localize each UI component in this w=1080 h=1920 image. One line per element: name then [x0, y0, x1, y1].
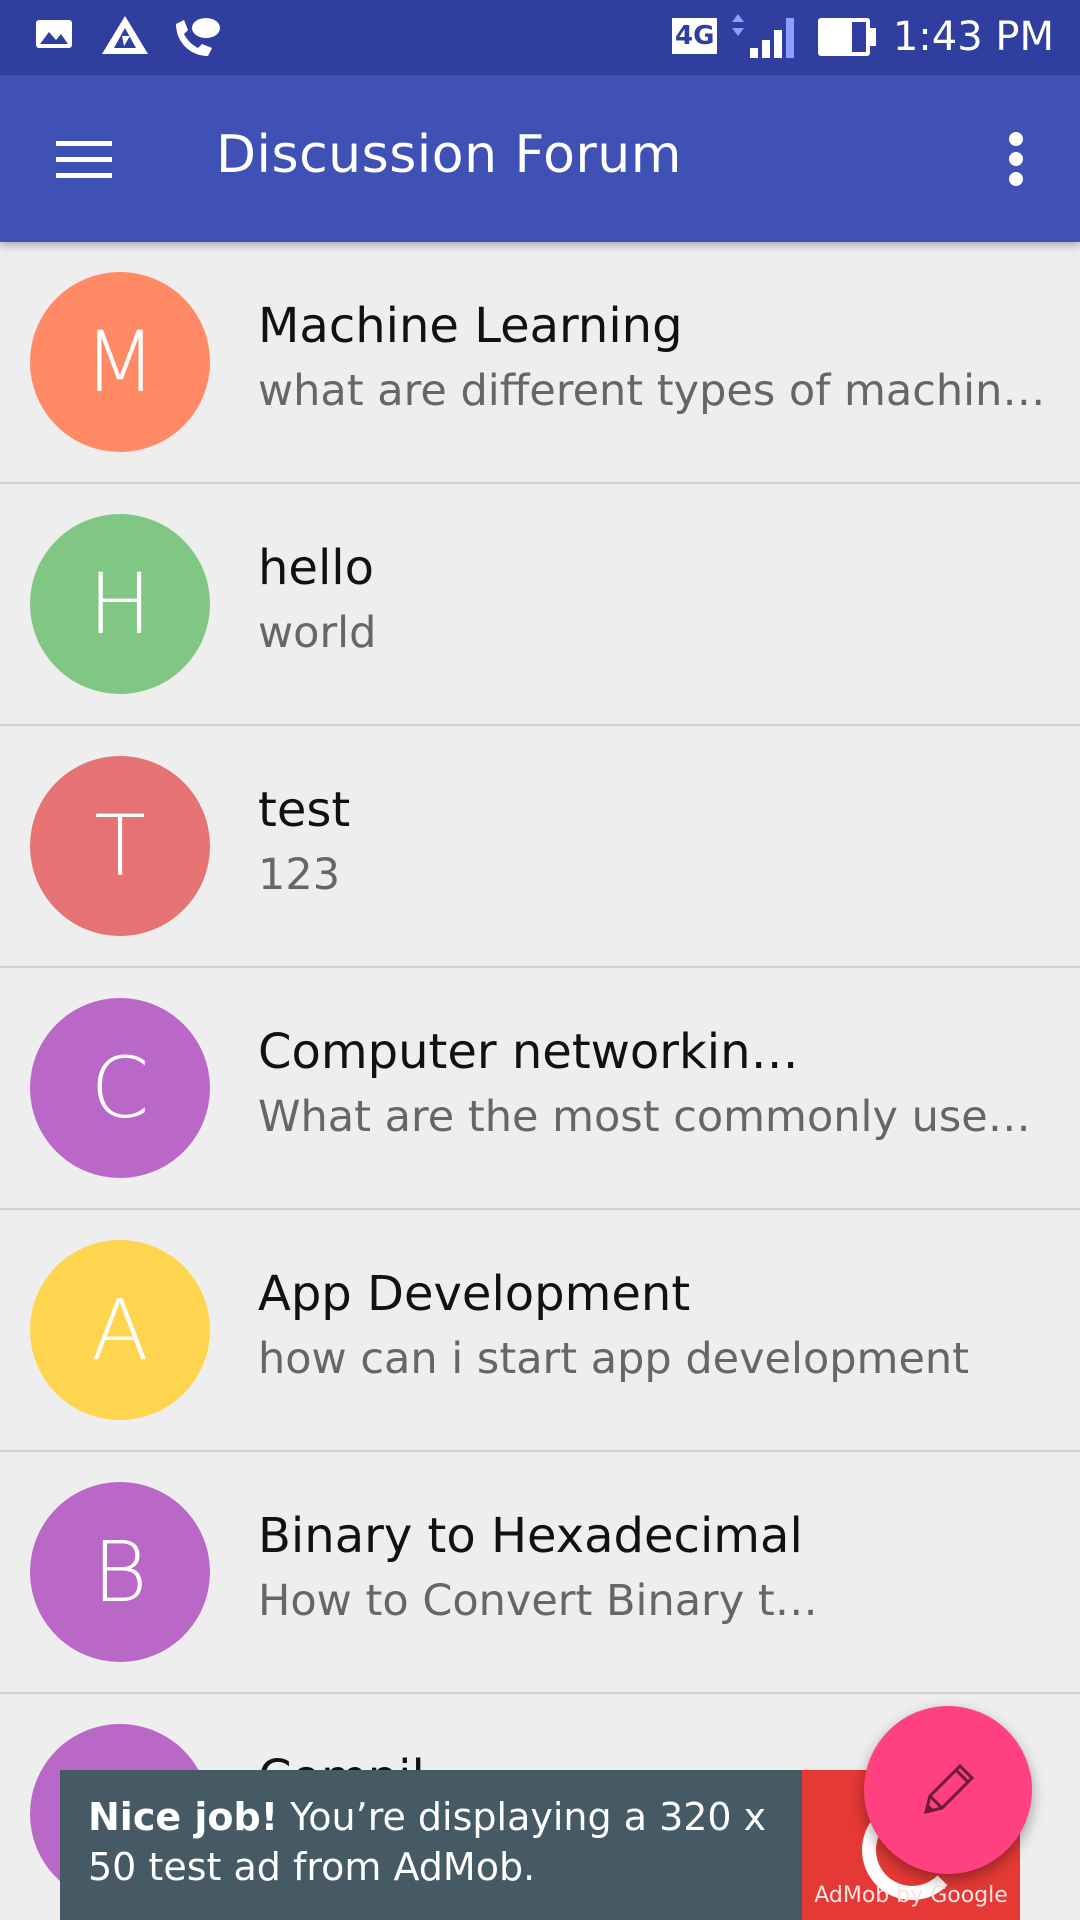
status-bar: 4G 1:43 PM [0, 0, 1080, 75]
topic-list: M Machine Learning what are different ty… [0, 242, 1080, 1920]
avatar: B [30, 1482, 210, 1662]
ad-text-bold: Nice job! [88, 1795, 279, 1839]
image-icon [34, 14, 74, 58]
topic-title: hello [258, 540, 374, 596]
ad-brand-label: AdMob by Google [814, 1883, 1008, 1908]
topic-item[interactable]: C Computer networking protocols What are… [0, 968, 1080, 1210]
signal-icon [728, 14, 800, 64]
new-topic-button[interactable] [864, 1706, 1032, 1874]
topic-item[interactable]: M Machine Learning what are different ty… [0, 242, 1080, 484]
menu-button[interactable] [40, 115, 128, 203]
topic-item[interactable]: H hello world [0, 484, 1080, 726]
avatar: H [30, 514, 210, 694]
topic-title: Computer networking protocols [258, 1024, 818, 1080]
avatar: T [30, 756, 210, 936]
topic-title: Binary to Hexadecimal [258, 1508, 803, 1564]
topic-subtitle: world [258, 608, 377, 658]
avatar: A [30, 1240, 210, 1420]
topic-subtitle: what are different types of machine lear… [258, 366, 1048, 416]
battery-icon [816, 16, 878, 62]
topic-subtitle: What are the most commonly used protocol… [258, 1092, 1038, 1142]
call-icon [172, 14, 222, 62]
overflow-menu-button[interactable] [982, 115, 1050, 203]
status-time: 1:43 PM [892, 14, 1054, 60]
hamburger-menu-icon [56, 141, 112, 178]
topic-title: Machine Learning [258, 298, 683, 354]
drive-icon [100, 14, 150, 62]
topic-title: test [258, 782, 351, 838]
page-title: Discussion Forum [216, 125, 682, 185]
topic-subtitle: How to Convert Binary to Hexadecimal [258, 1576, 838, 1626]
topic-subtitle: how can i start app development [258, 1334, 970, 1384]
avatar: M [30, 272, 210, 452]
topic-item[interactable]: T test 123 [0, 726, 1080, 968]
topic-item[interactable]: A App Development how can i start app de… [0, 1210, 1080, 1452]
more-vert-icon [1009, 132, 1023, 186]
ad-text: Nice job! You’re displaying a 320 x 50 t… [88, 1792, 818, 1892]
network-type-icon: 4G [672, 18, 718, 54]
topic-subtitle: 123 [258, 850, 341, 900]
topic-title: App Development [258, 1266, 691, 1322]
avatar: C [30, 998, 210, 1178]
app-bar: Discussion Forum [0, 75, 1080, 242]
topic-item[interactable]: B Binary to Hexadecimal How to Convert B… [0, 1452, 1080, 1694]
pencil-icon [923, 1763, 975, 1815]
